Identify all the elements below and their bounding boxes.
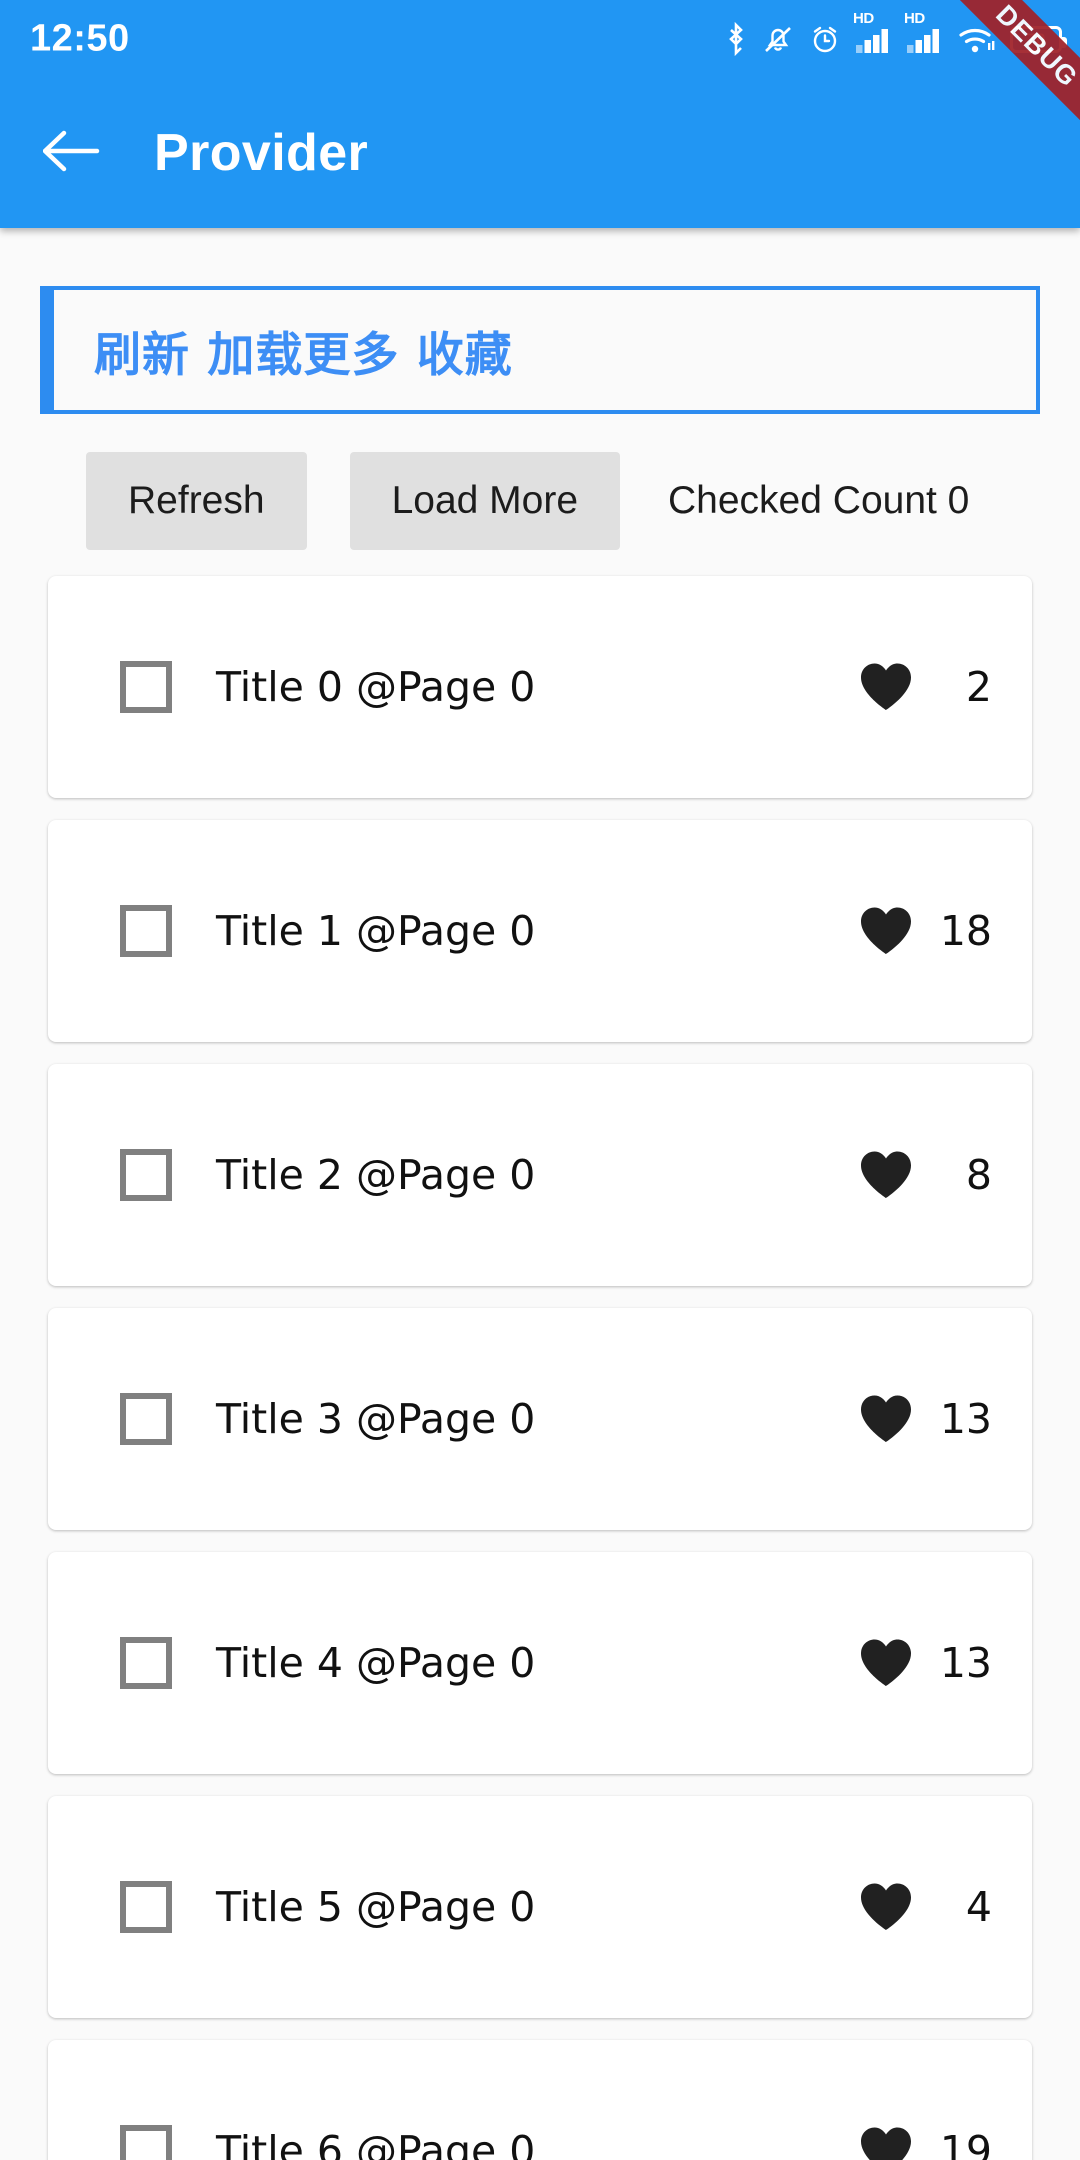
item-title: Title 0 @Page 0 [216,663,536,711]
app-bar-main: Provider [0,78,1080,228]
item-title: Title 6 @Page 0 [216,2127,536,2160]
item-checkbox[interactable] [120,1881,172,1933]
item-list: Title 0 @Page 0 2 Title 1 @Page 0 18 Tit… [0,576,1080,2160]
load-more-button[interactable]: Load More [349,452,621,550]
list-item-3[interactable]: Title 3 @Page 0 13 [48,1308,1032,1530]
item-like-count: 4 [965,1883,992,1931]
arrow-left-icon [42,129,101,178]
list-item-4[interactable]: Title 4 @Page 0 13 [48,1552,1032,1774]
status-icons: HD HD 70 [724,11,1067,56]
bluetooth-icon [724,22,748,56]
item-like-count: 13 [939,1639,992,1687]
item-title: Title 2 @Page 0 [216,1151,536,1199]
heart-icon[interactable] [858,661,914,713]
item-title: Title 1 @Page 0 [216,907,536,955]
item-checkbox[interactable] [120,905,172,957]
heart-icon[interactable] [858,1881,914,1933]
heart-icon[interactable] [858,905,914,957]
wifi-icon [957,23,997,55]
item-like-count: 19 [939,2127,992,2160]
heart-icon[interactable] [858,1637,914,1689]
alarm-icon [808,22,842,56]
main-content: 刷新 加载更多 收藏 Refresh Load More Checked Cou… [0,286,1080,2160]
list-item-6[interactable]: Title 6 @Page 0 19 [48,2040,1032,2160]
item-checkbox[interactable] [120,1149,172,1201]
item-checkbox[interactable] [120,1393,172,1445]
hd-signal-icon-2: HD [904,11,944,54]
list-item-1[interactable]: Title 1 @Page 0 18 [48,820,1032,1042]
item-checkbox[interactable] [120,2125,172,2160]
battery-icon: 70 [1010,25,1067,53]
list-item-0[interactable]: Title 0 @Page 0 2 [48,576,1032,798]
action-toolbar: Refresh Load More Checked Count 0 [86,452,1080,550]
item-like-count: 2 [965,663,992,711]
heart-icon[interactable] [858,2125,914,2160]
item-like-count: 8 [965,1151,992,1199]
chinese-actions-label: 刷新 加载更多 收藏 [94,327,513,383]
item-like-count: 18 [939,907,992,955]
bell-muted-icon [761,22,795,56]
item-title: Title 3 @Page 0 [216,1395,536,1443]
refresh-button[interactable]: Refresh [86,452,307,550]
hd-label-2: HD [904,10,925,27]
item-checkbox[interactable] [120,661,172,713]
item-title: Title 4 @Page 0 [216,1639,536,1687]
heart-icon[interactable] [858,1393,914,1445]
checked-count-label: Checked Count 0 [668,479,970,522]
list-item-2[interactable]: Title 2 @Page 0 8 [48,1064,1032,1286]
item-like-count: 13 [939,1395,992,1443]
selector-outline-box: 刷新 加载更多 收藏 [40,286,1040,414]
battery-level: 70 [1026,29,1046,49]
hd-label: HD [853,10,874,27]
status-bar: 12:50 HD HD 70 [0,0,1080,78]
hd-signal-icon: HD [853,11,893,54]
status-clock: 12:50 [30,17,130,60]
page-title: Provider [154,124,369,182]
app-bar: 12:50 HD HD 70 Provider [0,0,1080,228]
phone-screen: 12:50 HD HD 70 Provider DEBUG 刷新 加载更多 收藏… [0,0,1080,2160]
heart-icon[interactable] [858,1149,914,1201]
back-button[interactable] [36,117,108,189]
list-item-5[interactable]: Title 5 @Page 0 4 [48,1796,1032,2018]
item-checkbox[interactable] [120,1637,172,1689]
item-title: Title 5 @Page 0 [216,1883,536,1931]
